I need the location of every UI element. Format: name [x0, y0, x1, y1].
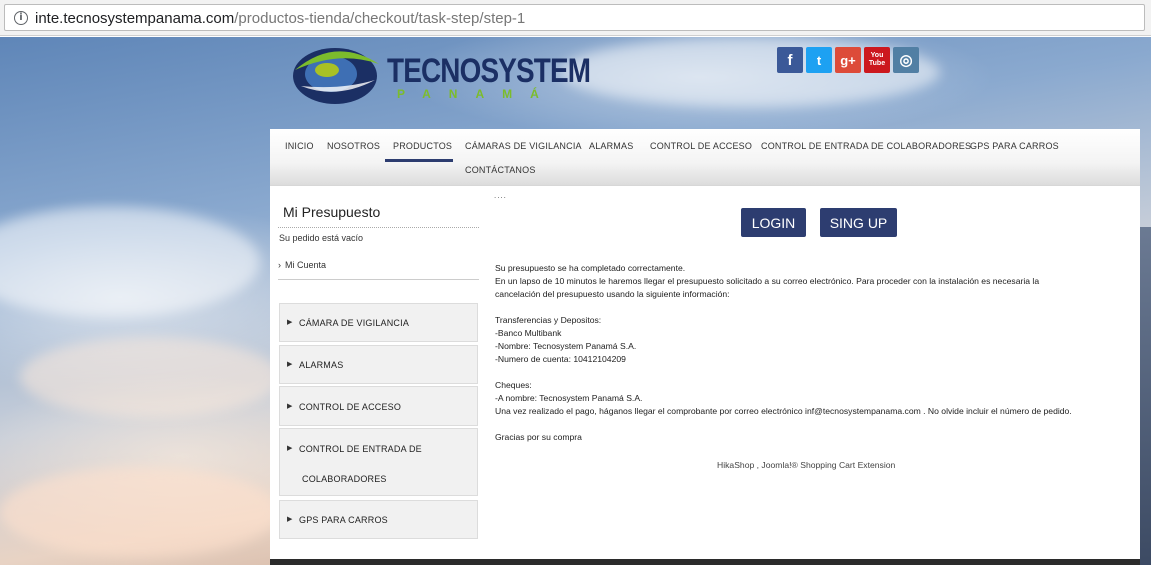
message-line: -Banco Multibank: [495, 328, 562, 338]
nav-item-inicio[interactable]: INICIO: [285, 141, 314, 151]
nav-item-control-entrada[interactable]: CONTROL DE ENTRADA DE COLABORADORES: [761, 141, 971, 151]
signup-button[interactable]: SING UP: [820, 208, 897, 237]
message-line: cancelación del presupuesto usando la si…: [495, 289, 730, 299]
sidebar-item-label: CONTROL DE ACCESO: [299, 402, 402, 412]
sidebar-item-label: COLABORADORES: [302, 474, 387, 484]
caret-right-icon: ▶: [287, 444, 293, 452]
cloud: [0, 207, 260, 317]
nav-item-gps[interactable]: GPS PARA CARROS: [970, 141, 1059, 151]
nav-item-nosotros[interactable]: NOSOTROS: [327, 141, 380, 151]
url-field[interactable]: i inte.tecnosystempanama.com/productos-t…: [4, 4, 1145, 31]
nav-item-alarmas[interactable]: ALARMAS: [589, 141, 633, 151]
nav-item-contactanos[interactable]: CONTÁCTANOS: [465, 165, 536, 175]
main-navigation: INICIO NOSOTROS PRODUCTOS CÁMARAS DE VIG…: [270, 129, 1140, 186]
chevron-right-icon: ›: [278, 260, 281, 270]
social-links: f t g+ You Tube ◎: [777, 47, 922, 73]
message-line: Una vez realizado el pago, háganos llega…: [495, 406, 1072, 416]
sidebar-item-camara-vigilancia[interactable]: ▶ CÁMARA DE VIGILANCIA: [279, 303, 478, 342]
sidebar-item-gps[interactable]: ▶ GPS PARA CARROS: [279, 500, 478, 539]
url-path: /productos-tienda/checkout/task-step/ste…: [234, 10, 526, 27]
my-account-link[interactable]: › Mi Cuenta: [278, 260, 326, 270]
message-line: Transferencias y Depositos:: [495, 315, 602, 325]
twitter-icon[interactable]: t: [806, 47, 832, 73]
youtube-icon[interactable]: You Tube: [864, 47, 890, 73]
caret-right-icon: ▶: [287, 318, 293, 326]
globe-logo-icon: [293, 48, 379, 104]
sidebar-item-control-acceso[interactable]: ▶ CONTROL DE ACCESO: [279, 386, 478, 426]
nav-active-indicator: [385, 159, 453, 162]
instagram-icon[interactable]: ◎: [893, 47, 919, 73]
info-icon[interactable]: i: [14, 11, 28, 25]
sidebar-item-label: GPS PARA CARROS: [299, 515, 388, 525]
city-skyline: [1139, 227, 1151, 565]
google-plus-icon[interactable]: g+: [835, 47, 861, 73]
my-account-label: Mi Cuenta: [285, 260, 327, 270]
sidebar-item-label: CÁMARA DE VIGILANCIA: [299, 318, 410, 328]
cloud: [0, 467, 280, 557]
nav-item-camaras[interactable]: CÁMARAS DE VIGILANCIA: [465, 141, 582, 151]
cart-status: Su pedido está vacío: [279, 233, 364, 243]
sidebar-item-label: CONTROL DE ENTRADA DE: [299, 444, 422, 454]
divider: [278, 279, 479, 280]
page-container: INICIO NOSOTROS PRODUCTOS CÁMARAS DE VIG…: [270, 129, 1140, 565]
message-line: Gracias por su compra: [495, 432, 582, 442]
message-line: -Numero de cuenta: 10412104209: [495, 354, 626, 364]
sidebar-item-alarmas[interactable]: ▶ ALARMAS: [279, 345, 478, 384]
caret-right-icon: ▶: [287, 515, 293, 523]
message-line: -Nombre: Tecnosystem Panamá S.A.: [495, 341, 637, 351]
nav-item-control-acceso[interactable]: CONTROL DE ACCESO: [650, 141, 752, 151]
url-domain: inte.tecnosystempanama.com: [35, 10, 235, 27]
logo-subtitle: PANAMÁ: [397, 87, 557, 101]
caret-right-icon: ▶: [287, 360, 293, 368]
caret-right-icon: ▶: [287, 402, 293, 410]
logo-wordmark: TECNOSYSTEM: [387, 52, 591, 90]
cart-title: Mi Presupuesto: [283, 204, 381, 220]
message-line: Su presupuesto se ha completado correcta…: [495, 263, 686, 273]
facebook-icon[interactable]: f: [777, 47, 803, 73]
breadcrumb: ....: [494, 191, 507, 200]
footer-bar: [270, 559, 1140, 565]
message-line: En un lapso de 10 minutos le haremos lle…: [495, 276, 1040, 286]
cloud: [20, 337, 280, 417]
sidebar-item-label: ALARMAS: [299, 360, 344, 370]
powered-by-link[interactable]: HikaShop , Joomla!® Shopping Cart Extens…: [717, 460, 895, 470]
message-line: -A nombre: Tecnosystem Panamá S.A.: [495, 393, 643, 403]
message-line: Cheques:: [495, 380, 532, 390]
login-button[interactable]: LOGIN: [741, 208, 806, 237]
url-text[interactable]: inte.tecnosystempanama.com/productos-tie…: [35, 10, 525, 27]
divider: [278, 227, 479, 228]
nav-item-productos[interactable]: PRODUCTOS: [393, 141, 452, 151]
browser-address-bar: i inte.tecnosystempanama.com/productos-t…: [0, 0, 1151, 36]
sidebar-item-control-entrada[interactable]: ▶ CONTROL DE ENTRADA DE COLABORADORES: [279, 428, 478, 496]
site-logo[interactable]: TECNOSYSTEM PANAMÁ: [287, 40, 591, 106]
